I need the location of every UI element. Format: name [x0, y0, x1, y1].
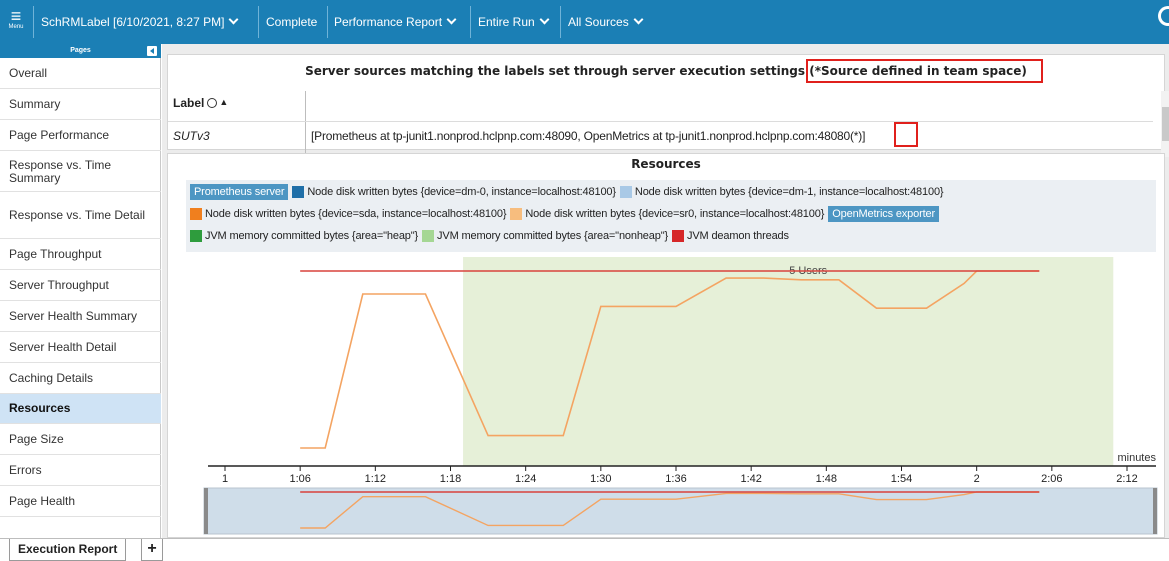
- sidebar-item-label: Errors: [9, 463, 42, 477]
- row-divider: [168, 121, 1153, 122]
- label-column-header[interactable]: Label ▲: [173, 96, 228, 110]
- sidebar-item-page-performance[interactable]: Page Performance: [0, 121, 161, 151]
- x-tick-label: 1: [222, 473, 228, 485]
- report-name-dropdown[interactable]: SchRMLabel [6/10/2021, 8:27 PM]: [41, 0, 239, 44]
- x-tick-label: 1:48: [816, 473, 837, 485]
- source-row-close: ]: [862, 129, 866, 143]
- x-tick-label: 1:54: [891, 473, 912, 485]
- chevron-down-icon: [229, 14, 239, 25]
- x-tick-label: 1:12: [365, 473, 386, 485]
- top-toolbar: ≡ Menu SchRMLabel [6/10/2021, 8:27 PM] C…: [0, 0, 1169, 44]
- highlight-box: [806, 59, 1043, 83]
- menu-button[interactable]: ≡ Menu: [5, 6, 27, 36]
- resources-panel: Resources Prometheus server Node disk wr…: [167, 153, 1165, 538]
- sidebar-item-label: Page Performance: [9, 128, 110, 142]
- sidebar-item-caching-details[interactable]: Caching Details: [0, 364, 161, 394]
- sources-dropdown[interactable]: All Sources: [568, 0, 644, 44]
- sidebar-item-page-throughput[interactable]: Page Throughput: [0, 240, 161, 270]
- overview-navigator: [203, 487, 1158, 535]
- sidebar-item-response-vs-time-detail[interactable]: Response vs. Time Detail: [0, 193, 161, 239]
- resources-chart: 5 Users 1 1:06 1:12 1:18 1:24 1:30 1:36 1:42 1:4…: [203, 257, 1158, 535]
- team-space-marker: (*): [850, 129, 863, 143]
- sidebar-item-label: Page Throughput: [9, 247, 102, 261]
- chevron-down-icon: [539, 14, 550, 25]
- add-tab-button[interactable]: +: [141, 539, 163, 561]
- sidebar-item-label: Summary: [9, 97, 61, 111]
- sidebar-item-overall[interactable]: Overall: [0, 59, 161, 89]
- sidebar-item-label: Response vs. Time Summary: [9, 157, 112, 185]
- x-axis-label: minutes: [1117, 452, 1156, 464]
- label-column-title: Label: [173, 96, 205, 110]
- overview-left-handle: [204, 488, 208, 534]
- sidebar-item-label: Page Size: [9, 432, 64, 446]
- x-tick-label: 2: [974, 473, 980, 485]
- toolbar-separator: [327, 6, 328, 38]
- bottom-tab-bar: Execution Report +: [0, 538, 1169, 561]
- sidebar-item-server-health-summary[interactable]: Server Health Summary: [0, 302, 161, 332]
- run-scope-dropdown[interactable]: Entire Run: [478, 0, 550, 44]
- sidebar-item-response-vs-time-summary[interactable]: Response vs. Time Summary: [0, 152, 161, 192]
- sidebar-item-page-size[interactable]: Page Size: [0, 425, 161, 455]
- sidebar-item-label: Page Health: [9, 494, 76, 508]
- run-scope-label: Entire Run: [478, 15, 535, 29]
- toolbar-separator: [33, 6, 34, 38]
- pages-sidebar: Pages Overall Summary Page Performance R…: [0, 44, 161, 538]
- pages-header-label: Pages: [70, 47, 91, 54]
- sidebar-item-label: Response vs. Time Detail: [9, 208, 146, 222]
- report-type-label: Performance Report: [334, 15, 443, 29]
- refresh-icon[interactable]: [1158, 6, 1169, 26]
- source-row-text: [Prometheus at tp-junit1.nonprod.hclpnp.…: [311, 129, 851, 143]
- pages-header: Pages: [0, 44, 161, 58]
- load-stage-region: [463, 257, 1114, 466]
- x-tick-label: 2:06: [1041, 473, 1062, 485]
- sidebar-item-label: Resources: [9, 401, 71, 415]
- sidebar-item-label: Server Health Detail: [9, 340, 117, 354]
- status-label: Complete: [266, 15, 318, 29]
- overview-right-handle: [1153, 488, 1157, 534]
- collapse-sidebar-icon[interactable]: [147, 46, 157, 56]
- sidebar-item-server-throughput[interactable]: Server Throughput: [0, 271, 161, 301]
- chevron-down-icon: [633, 14, 644, 25]
- sidebar-item-resources[interactable]: Resources: [0, 394, 161, 424]
- sidebar-item-label: Overall: [9, 66, 48, 80]
- sidebar-item-server-health-detail[interactable]: Server Health Detail: [0, 333, 161, 363]
- x-tick-label: 1:30: [590, 473, 611, 485]
- x-tick-label: 2:12: [1116, 473, 1137, 485]
- sources-scrollbar-thumb[interactable]: [1162, 107, 1169, 141]
- toolbar-separator: [560, 6, 561, 38]
- x-tick-label: 1:18: [440, 473, 461, 485]
- clock-icon: [207, 98, 218, 108]
- sidebar-item-page-health[interactable]: Page Health: [0, 487, 161, 517]
- source-row-label: SUTv3: [173, 129, 210, 143]
- report-type-dropdown[interactable]: Performance Report: [334, 0, 457, 44]
- sidebar-item-label: Server Throughput: [9, 278, 109, 292]
- sidebar-item-label: Server Health Summary: [9, 309, 138, 323]
- column-divider: [305, 91, 306, 157]
- sources-label: All Sources: [568, 15, 629, 29]
- toolbar-separator: [258, 6, 259, 38]
- server-sources-title-text: Server sources matching the labels set t…: [305, 64, 806, 78]
- sidebar-item-errors[interactable]: Errors: [0, 456, 161, 486]
- sidebar-item-label: Caching Details: [9, 371, 94, 385]
- highlight-box: [894, 122, 918, 147]
- report-main-area: Server sources matching the labels set t…: [162, 44, 1169, 538]
- x-tick-label: 1:24: [515, 473, 536, 485]
- sidebar-item-summary[interactable]: Summary: [0, 90, 161, 120]
- x-tick-label: 1:06: [289, 473, 310, 485]
- x-tick-label: 1:36: [665, 473, 686, 485]
- server-sources-panel: Server sources matching the labels set t…: [167, 54, 1169, 157]
- tab-execution-report[interactable]: Execution Report: [9, 539, 127, 561]
- chevron-down-icon: [446, 14, 457, 25]
- toolbar-separator: [470, 6, 471, 38]
- source-row-value: [Prometheus at tp-junit1.nonprod.hclpnp.…: [311, 129, 865, 143]
- sort-ascending-icon[interactable]: ▲: [219, 97, 228, 107]
- report-name-label: SchRMLabel [6/10/2021, 8:27 PM]: [41, 15, 225, 29]
- hamburger-icon: ≡: [10, 6, 22, 26]
- x-tick-label: 1:42: [740, 473, 761, 485]
- menu-label: Menu: [8, 24, 24, 30]
